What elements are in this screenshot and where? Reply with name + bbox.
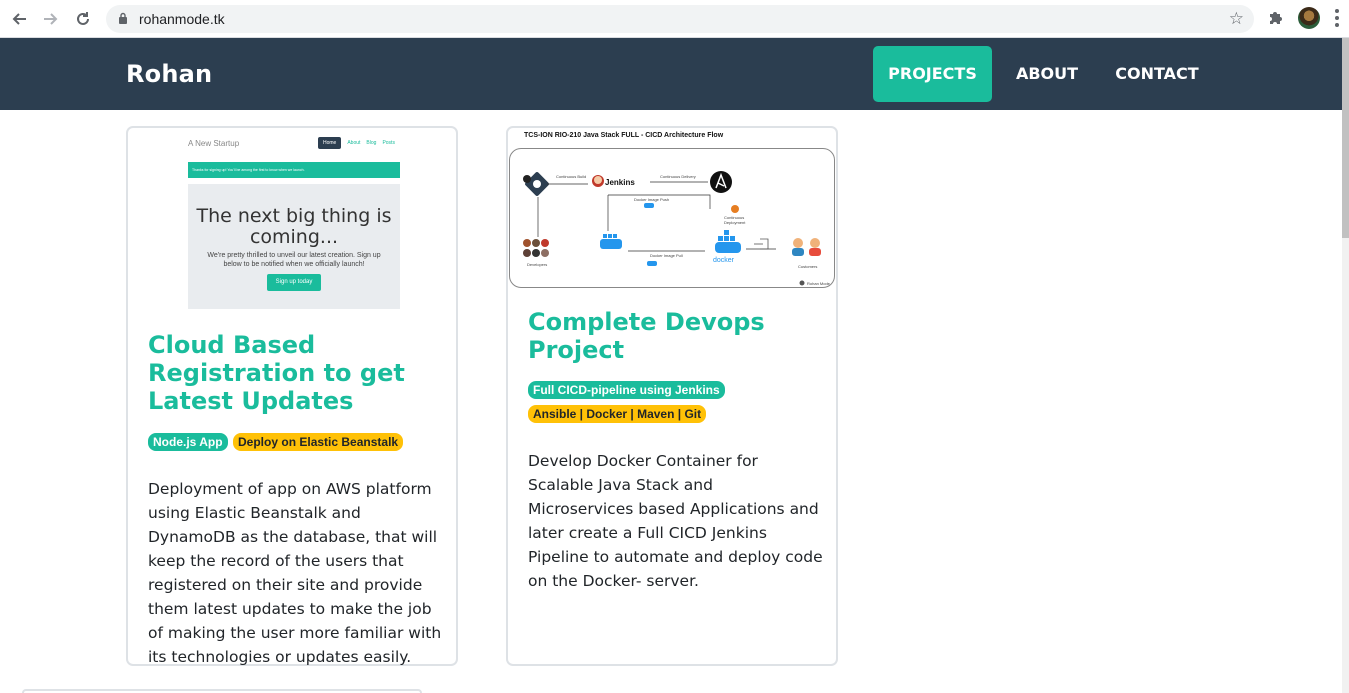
- docker-hub-icon: [600, 234, 622, 249]
- lock-icon: [119, 12, 127, 24]
- diagram-developers-label: Developers: [527, 262, 548, 267]
- diagram-deploy-label: Continuous Deployment: [724, 215, 746, 225]
- developers-icon: [523, 239, 549, 257]
- tech-badge: Ansible | Docker | Maven | Git: [528, 405, 707, 423]
- diagram-delivery-label: Continuous Delivery: [660, 174, 696, 179]
- site-navbar: Rohan PROJECTS ABOUT CONTACT: [0, 38, 1349, 110]
- project-title[interactable]: Complete Devops Project: [528, 308, 818, 364]
- mock-alert: Thanks for signing up! You'll be among t…: [188, 162, 400, 178]
- docker-icon: [715, 230, 741, 253]
- mock-nav-home: Home: [318, 137, 342, 149]
- diagram-pull-label: Docker Image Pull: [650, 253, 683, 258]
- profile-avatar[interactable]: [1298, 7, 1320, 29]
- browser-menu-icon[interactable]: [1335, 9, 1339, 27]
- back-icon[interactable]: [8, 8, 30, 30]
- tech-badge: Node.js App: [148, 433, 228, 451]
- mock-hero: The next big thing is coming... We're pr…: [188, 184, 400, 309]
- mock-signup-button: Sign up today: [267, 274, 321, 291]
- mock-nav-posts: Posts: [382, 140, 395, 146]
- diagram-build-label: Continuous Build: [556, 174, 587, 179]
- diagram-customers-label: Customers: [798, 264, 818, 269]
- browser-toolbar: rohanmode.tk ☆: [0, 0, 1349, 38]
- tech-badge: Deploy on Elastic Beanstalk: [233, 433, 404, 451]
- url-text: rohanmode.tk: [139, 11, 225, 27]
- nav-about[interactable]: ABOUT: [1003, 46, 1091, 102]
- mock-nav-blog: Blog: [366, 140, 377, 146]
- mock-nav-about: About: [347, 140, 361, 146]
- forward-icon[interactable]: [40, 8, 62, 30]
- nav-contact[interactable]: CONTACT: [1101, 46, 1213, 102]
- project-description: Develop Docker Container for Scalable Ja…: [528, 452, 823, 590]
- project-description: Deployment of app on AWS platform using …: [148, 480, 442, 666]
- bookmark-star-icon[interactable]: ☆: [1229, 9, 1244, 29]
- address-bar[interactable]: rohanmode.tk ☆: [106, 5, 1254, 33]
- project-image-cicd-diagram: TCS-ION RIO-210 Java Stack FULL - CICD A…: [508, 128, 836, 290]
- diagram-credit-label: Rohan Mode: [807, 281, 830, 286]
- diagram-title: TCS-ION RIO-210 Java Stack FULL - CICD A…: [524, 132, 724, 139]
- diagram-frame: Jenkins docker Developers Continuous Bui…: [509, 148, 835, 288]
- cicd-flow-svg: [523, 171, 821, 286]
- next-project-card-edge: [22, 689, 422, 693]
- brand-logo[interactable]: Rohan: [126, 60, 212, 88]
- mock-heading: The next big thing is coming...: [196, 205, 392, 248]
- project-image-startup: A New Startup Home About Blog Posts Than…: [188, 134, 402, 310]
- tech-badge: Full CICD-pipeline using Jenkins: [528, 381, 725, 399]
- project-card: A New Startup Home About Blog Posts Than…: [126, 126, 458, 666]
- diagram-push-label: Docker Image Push: [634, 197, 670, 202]
- mock-nav: Home About Blog Posts: [318, 137, 395, 149]
- extensions-puzzle-icon[interactable]: [1266, 8, 1286, 28]
- project-badges: Full CICD-pipeline using Jenkins Ansible…: [528, 381, 818, 423]
- mock-text: We're pretty thrilled to unveil our late…: [207, 252, 381, 268]
- project-badges: Node.js App Deploy on Elastic Beanstalk: [148, 433, 404, 451]
- diagram-jenkins-label: Jenkins: [605, 178, 635, 187]
- diagram-docker-label: docker: [713, 257, 735, 264]
- project-title[interactable]: Cloud Based Registration to get Latest U…: [148, 331, 438, 415]
- nav-projects[interactable]: PROJECTS: [873, 46, 992, 102]
- reload-icon[interactable]: [72, 8, 94, 30]
- scrollbar-thumb[interactable]: [1342, 38, 1349, 238]
- project-card: TCS-ION RIO-210 Java Stack FULL - CICD A…: [506, 126, 838, 666]
- mock-brand: A New Startup: [188, 139, 240, 148]
- customers-icon: [792, 238, 821, 256]
